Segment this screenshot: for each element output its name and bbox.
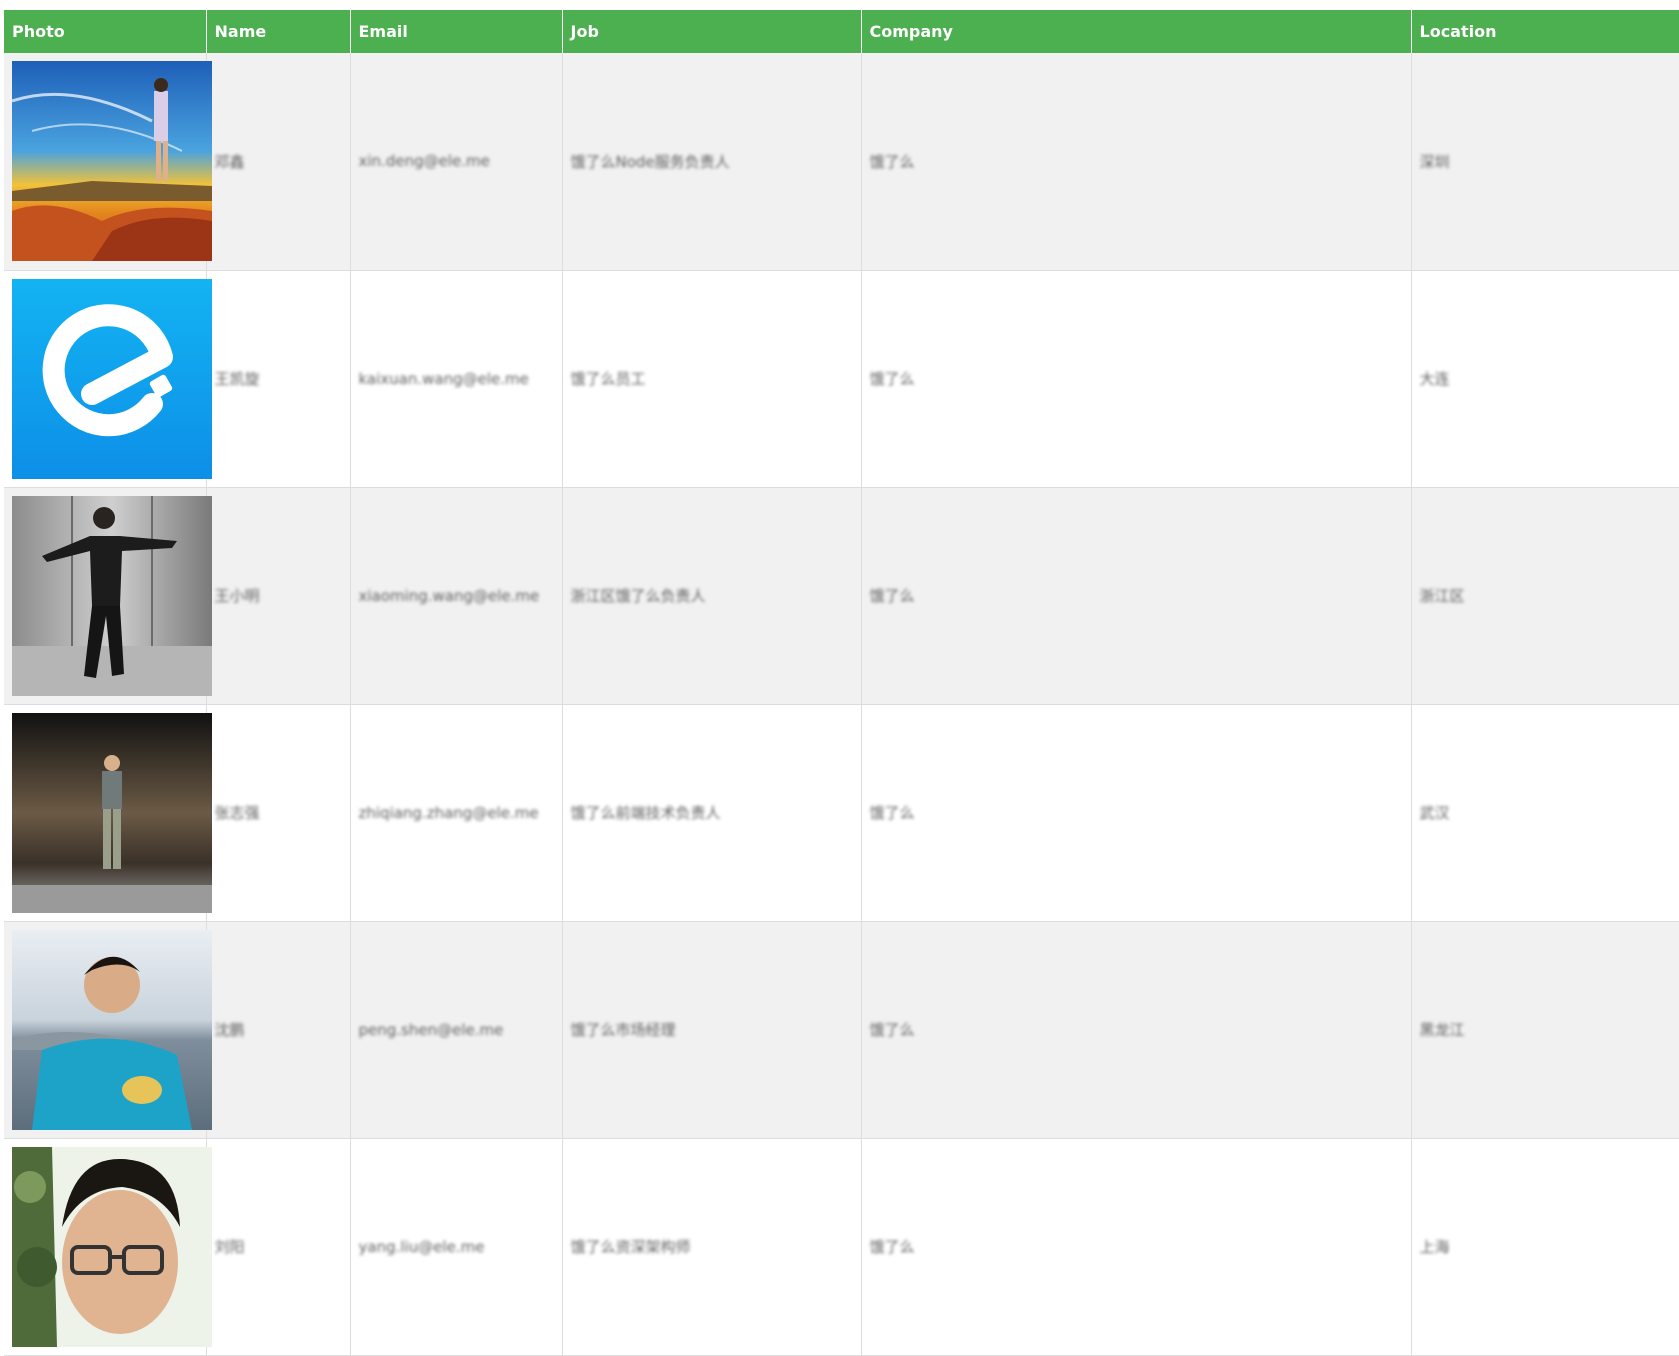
employee-job: 饿了么前端技术负责人 <box>571 802 853 823</box>
employee-name: 沈鹏 <box>215 1019 342 1040</box>
column-header-name[interactable]: Name <box>206 10 350 53</box>
table-row[interactable]: 王凯旋 kaixuan.wang@ele.me 饿了么员工 饿了么 大连 <box>4 270 1679 487</box>
employee-location: 黑龙江 <box>1420 1019 1679 1040</box>
employee-email[interactable]: yang.liu@ele.me <box>359 1238 554 1256</box>
employee-table: Photo Name Email Job Company Location <box>4 10 1679 1356</box>
employee-location: 上海 <box>1420 1236 1679 1257</box>
name-cell: 邓鑫 <box>206 53 350 270</box>
email-cell: yang.liu@ele.me <box>350 1138 562 1355</box>
table-row[interactable]: 邓鑫 xin.deng@ele.me 饿了么Node服务负责人 饿了么 深圳 <box>4 53 1679 270</box>
photo-cell <box>4 270 206 487</box>
man-in-elevator-image <box>12 496 212 696</box>
photo-cell <box>4 704 206 921</box>
email-cell: zhiqiang.zhang@ele.me <box>350 704 562 921</box>
table-header-row: Photo Name Email Job Company Location <box>4 10 1679 53</box>
employee-name: 刘阳 <box>215 1236 342 1257</box>
name-cell: 王凯旋 <box>206 270 350 487</box>
man-standing-hallway-photo <box>12 713 212 913</box>
location-cell: 大连 <box>1411 270 1679 487</box>
company-cell: 饿了么 <box>861 270 1411 487</box>
job-cell: 饿了么Node服务负责人 <box>562 53 861 270</box>
location-cell: 上海 <box>1411 1138 1679 1355</box>
sunset-coast-rocks-photo <box>12 61 212 261</box>
column-header-photo[interactable]: Photo <box>4 10 206 53</box>
photo-cell <box>4 53 206 270</box>
job-cell: 饿了么前端技术负责人 <box>562 704 861 921</box>
photo-cell <box>4 487 206 704</box>
eleme-logo <box>12 279 212 479</box>
employee-email[interactable]: kaixuan.wang@ele.me <box>359 370 554 388</box>
table-row[interactable]: 刘阳 yang.liu@ele.me 饿了么资深架构师 饿了么 上海 <box>4 1138 1679 1355</box>
company-cell: 饿了么 <box>861 1138 1411 1355</box>
employee-company: 饿了么 <box>870 802 1403 823</box>
email-cell: xin.deng@ele.me <box>350 53 562 270</box>
employee-email[interactable]: xiaoming.wang@ele.me <box>359 587 554 605</box>
employee-job: 饿了么Node服务负责人 <box>571 151 853 172</box>
table-row[interactable]: 王小明 xiaoming.wang@ele.me 浙江区饿了么负责人 饿了么 浙… <box>4 487 1679 704</box>
name-cell: 王小明 <box>206 487 350 704</box>
column-header-email[interactable]: Email <box>350 10 562 53</box>
table-row[interactable]: 沈鹏 peng.shen@ele.me 饿了么市场经理 饿了么 黑龙江 <box>4 921 1679 1138</box>
location-cell: 浙江区 <box>1411 487 1679 704</box>
employee-name: 张志强 <box>215 802 342 823</box>
email-cell: kaixuan.wang@ele.me <box>350 270 562 487</box>
column-header-location[interactable]: Location <box>1411 10 1679 53</box>
man-with-glasses-selfie-photo <box>12 1147 212 1347</box>
name-cell: 张志强 <box>206 704 350 921</box>
location-cell: 黑龙江 <box>1411 921 1679 1138</box>
email-cell: peng.shen@ele.me <box>350 921 562 1138</box>
employee-name: 王凯旋 <box>215 368 342 389</box>
employee-company: 饿了么 <box>870 1236 1403 1257</box>
table-row[interactable]: 张志强 zhiqiang.zhang@ele.me 饿了么前端技术负责人 饿了么… <box>4 704 1679 921</box>
man-standing-hallway-image <box>12 713 212 913</box>
name-cell: 刘阳 <box>206 1138 350 1355</box>
email-cell: xiaoming.wang@ele.me <box>350 487 562 704</box>
employee-email[interactable]: xin.deng@ele.me <box>359 152 554 170</box>
man-in-elevator-photo <box>12 496 212 696</box>
eleme-logo-icon <box>12 279 212 479</box>
employee-job: 浙江区饿了么负责人 <box>571 585 853 606</box>
job-cell: 饿了么市场经理 <box>562 921 861 1138</box>
employee-company: 饿了么 <box>870 1019 1403 1040</box>
job-cell: 饿了么资深架构师 <box>562 1138 861 1355</box>
job-cell: 浙江区饿了么负责人 <box>562 487 861 704</box>
employee-email[interactable]: peng.shen@ele.me <box>359 1021 554 1039</box>
employee-name: 邓鑫 <box>215 151 342 172</box>
photo-cell <box>4 1138 206 1355</box>
sunset-coast-rocks-image <box>12 61 212 261</box>
young-man-lakeside-photo <box>12 930 212 1130</box>
job-cell: 饿了么员工 <box>562 270 861 487</box>
employee-job: 饿了么员工 <box>571 368 853 389</box>
company-cell: 饿了么 <box>861 921 1411 1138</box>
location-cell: 深圳 <box>1411 53 1679 270</box>
employee-email[interactable]: zhiqiang.zhang@ele.me <box>359 804 554 822</box>
employee-job: 饿了么市场经理 <box>571 1019 853 1040</box>
employee-location: 浙江区 <box>1420 585 1679 606</box>
employee-company: 饿了么 <box>870 151 1403 172</box>
employee-location: 大连 <box>1420 368 1679 389</box>
location-cell: 武汉 <box>1411 704 1679 921</box>
employee-location: 武汉 <box>1420 802 1679 823</box>
column-header-job[interactable]: Job <box>562 10 861 53</box>
company-cell: 饿了么 <box>861 704 1411 921</box>
name-cell: 沈鹏 <box>206 921 350 1138</box>
employee-name: 王小明 <box>215 585 342 606</box>
company-cell: 饿了么 <box>861 53 1411 270</box>
employee-location: 深圳 <box>1420 151 1679 172</box>
column-header-company[interactable]: Company <box>861 10 1411 53</box>
young-man-lakeside-image <box>12 930 212 1130</box>
employee-company: 饿了么 <box>870 368 1403 389</box>
company-cell: 饿了么 <box>861 487 1411 704</box>
employee-company: 饿了么 <box>870 585 1403 606</box>
employee-job: 饿了么资深架构师 <box>571 1236 853 1257</box>
photo-cell <box>4 921 206 1138</box>
man-with-glasses-selfie-image <box>12 1147 212 1347</box>
employee-table-container: Photo Name Email Job Company Location <box>4 10 1679 1356</box>
